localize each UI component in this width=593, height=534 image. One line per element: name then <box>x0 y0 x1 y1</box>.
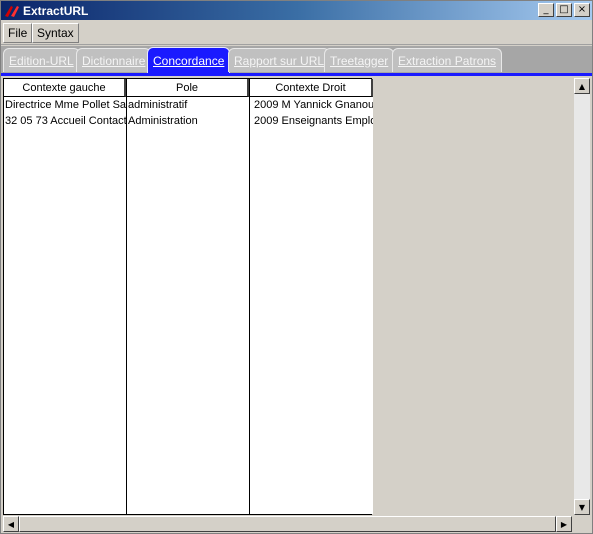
horizontal-scrollbar[interactable]: ◀ ▶ <box>3 516 572 532</box>
menu-syntax[interactable]: Syntax <box>32 23 79 43</box>
tab-label: Rapport sur URL <box>234 53 325 68</box>
concordance-panel: Contexte gauche Directrice Mme Pollet Sa… <box>1 73 592 533</box>
scroll-left-icon[interactable]: ◀ <box>3 516 19 532</box>
tab-dictionnaire[interactable]: Dictionnaire <box>76 48 152 72</box>
tab-extraction-patrons[interactable]: Extraction Patrons <box>392 48 503 72</box>
app-window: ExtractURL _ □ × File Syntax Edition-URL… <box>0 0 593 534</box>
close-icon: × <box>577 4 587 15</box>
column-header[interactable]: Contexte Droit <box>250 79 373 97</box>
minimize-button[interactable]: _ <box>538 3 554 17</box>
tab-label: Edition-URL <box>9 53 74 68</box>
maximize-button[interactable]: □ <box>556 3 572 17</box>
column-pole: Pole administratif Administration <box>127 79 250 514</box>
table-cell[interactable]: 2009 Enseignants Emploi <box>250 113 373 129</box>
scroll-right-icon[interactable]: ▶ <box>556 516 572 532</box>
vertical-scrollbar[interactable]: ▲ ▼ <box>574 78 590 515</box>
tab-bar: Edition-URL Dictionnaire Concordance Rap… <box>1 46 592 73</box>
minimize-icon: _ <box>543 4 549 15</box>
column-header[interactable]: Contexte gauche <box>4 79 126 97</box>
column-contexte-gauche: Contexte gauche Directrice Mme Pollet Sa… <box>4 79 127 514</box>
table-cell[interactable]: 2009 M Yannick Gnanou <box>250 97 373 113</box>
scroll-down-icon[interactable]: ▼ <box>574 499 590 515</box>
tab-edition-url[interactable]: Edition-URL <box>3 48 80 72</box>
horizontal-scroll-thumb[interactable] <box>19 516 556 532</box>
table-cell[interactable]: Administration <box>127 113 249 129</box>
menu-bar: File Syntax <box>1 21 592 45</box>
table-cell[interactable]: Directrice Mme Pollet Sandrine <box>4 97 126 113</box>
menu-file[interactable]: File <box>3 23 33 43</box>
tab-label: Treetagger <box>330 53 389 68</box>
window-title: ExtractURL <box>23 3 89 18</box>
table-cell[interactable]: 32 05 73 Accueil Contact <box>4 113 126 129</box>
title-bar[interactable]: ExtractURL _ □ × <box>1 1 592 20</box>
column-contexte-droit: Contexte Droit 2009 M Yannick Gnanou 200… <box>250 79 373 514</box>
tab-label: Extraction Patrons <box>398 53 497 68</box>
tab-label: Concordance <box>153 53 225 68</box>
scrollbar-corner <box>574 516 590 532</box>
tab-rapport-sur-url[interactable]: Rapport sur URL <box>228 48 331 72</box>
tab-label: Dictionnaire <box>82 53 146 68</box>
scroll-up-icon[interactable]: ▲ <box>574 78 590 94</box>
tab-concordance[interactable]: Concordance <box>147 47 231 73</box>
close-button[interactable]: × <box>574 3 590 17</box>
tab-treetagger[interactable]: Treetagger <box>324 48 395 72</box>
table-cell[interactable]: administratif <box>127 97 249 113</box>
concordance-table: Contexte gauche Directrice Mme Pollet Sa… <box>3 78 373 515</box>
maximize-icon: □ <box>559 4 569 15</box>
tk-feather-icon <box>4 4 20 18</box>
column-header[interactable]: Pole <box>127 79 249 97</box>
